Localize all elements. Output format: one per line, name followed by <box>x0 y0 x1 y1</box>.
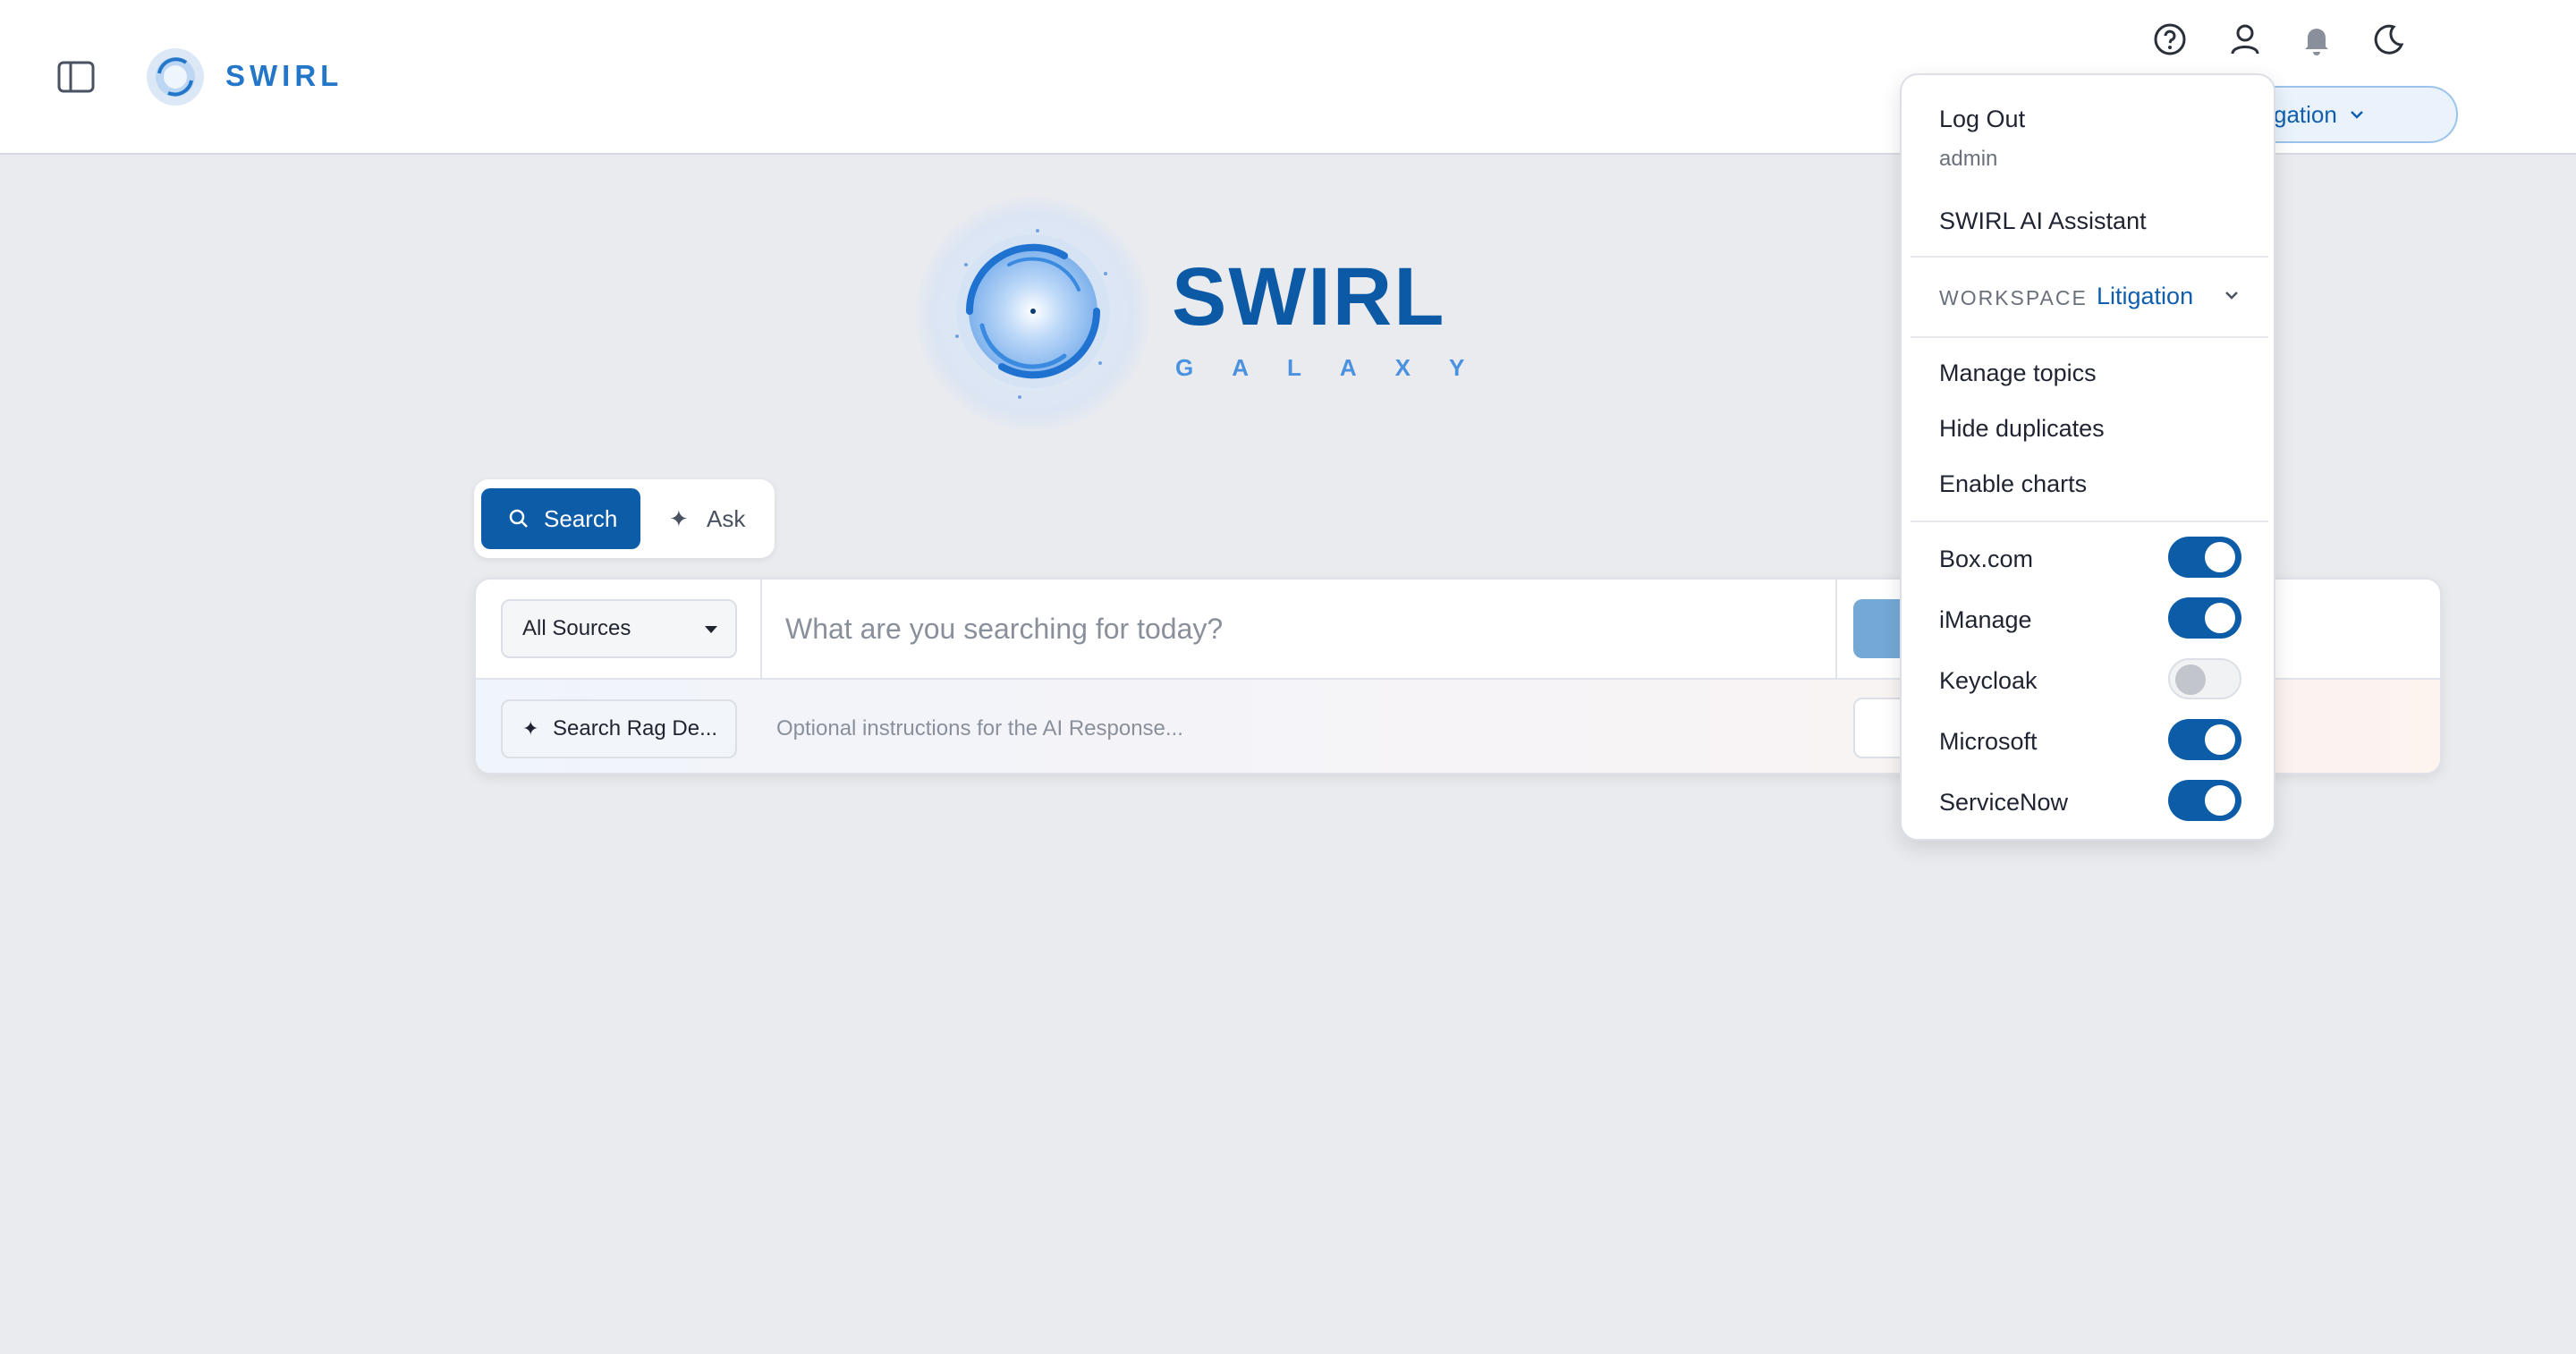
source-toggle-keycloak[interactable] <box>2168 658 2241 699</box>
menu-divider <box>1911 336 2268 338</box>
user-menu: Log Out admin SWIRL AI Assistant WORKSPA… <box>1900 73 2275 841</box>
source-toggle-servicenow[interactable] <box>2168 780 2241 821</box>
search-input[interactable] <box>785 599 1814 658</box>
source-toggle-microsoft[interactable] <box>2168 719 2241 760</box>
caret-down-icon <box>705 626 717 633</box>
workspace-label: WORKSPACE <box>1939 286 2088 309</box>
dark-mode-moon-icon[interactable] <box>2368 20 2408 59</box>
search-icon <box>509 509 528 528</box>
source-label-keycloak: Keycloak <box>1939 667 2038 694</box>
sparkle-icon: ✦ <box>522 717 539 740</box>
mode-toggle: Search ✦ Ask <box>474 479 775 558</box>
username-label: admin <box>1939 147 1998 171</box>
search-mode-button[interactable]: Search <box>481 488 640 549</box>
manage-topics-menu-item[interactable]: Manage topics <box>1939 360 2097 387</box>
chevron-down-icon[interactable] <box>2224 290 2240 300</box>
galaxy-logo-icon <box>930 211 1136 417</box>
source-label-servicenow: ServiceNow <box>1939 789 2069 816</box>
ask-mode-button[interactable]: ✦ Ask <box>662 488 762 549</box>
ai-assistant-menu-item[interactable]: SWIRL AI Assistant <box>1939 207 2147 235</box>
sidebar-toggle-icon[interactable] <box>57 61 95 93</box>
source-label-imanage: iManage <box>1939 606 2032 633</box>
logout-menu-item[interactable]: Log Out <box>1939 106 2025 133</box>
search-rag-label: Search Rag De... <box>553 716 718 740</box>
ai-instructions-input[interactable] <box>776 699 1805 758</box>
workspace-select[interactable]: Litigation <box>2097 283 2193 310</box>
enable-charts-menu-item[interactable]: Enable charts <box>1939 470 2087 498</box>
menu-divider <box>1911 256 2268 258</box>
sources-select-value: All Sources <box>522 616 631 640</box>
source-toggle-imanage[interactable] <box>2168 597 2241 639</box>
source-label-box: Box.com <box>1939 546 2034 572</box>
chevron-down-icon <box>2351 111 2363 119</box>
sparkle-icon: ✦ <box>669 505 689 532</box>
ask-mode-label: Ask <box>707 505 746 532</box>
divider <box>760 580 762 678</box>
user-icon[interactable] <box>2225 20 2265 59</box>
search-rag-button[interactable]: ✦ Search Rag De... <box>501 699 737 758</box>
search-mode-label: Search <box>544 505 618 532</box>
sources-select[interactable]: All Sources <box>501 599 737 658</box>
hide-duplicates-menu-item[interactable]: Hide duplicates <box>1939 415 2105 443</box>
workspace-pill-label: gation <box>2274 101 2337 128</box>
help-icon[interactable] <box>2150 20 2190 59</box>
hero-subtitle: GALAXY <box>1175 354 1504 381</box>
menu-divider <box>1911 520 2268 522</box>
source-label-microsoft: Microsoft <box>1939 728 2038 755</box>
swirl-logo-icon[interactable] <box>145 47 206 107</box>
hero-title: SWIRL <box>1172 251 1446 343</box>
source-toggle-box[interactable] <box>2168 537 2241 578</box>
bell-icon[interactable] <box>2297 20 2336 59</box>
divider <box>1835 580 1837 678</box>
brand-name[interactable]: SWIRL <box>225 59 343 93</box>
